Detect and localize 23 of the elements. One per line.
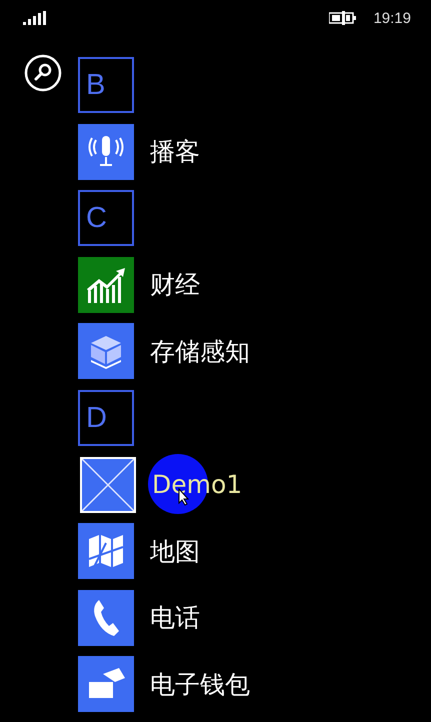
letter-tile[interactable]: B	[78, 57, 134, 113]
app-tile[interactable]	[78, 590, 134, 646]
app-tile[interactable]	[78, 256, 134, 313]
placeholder-icon	[82, 458, 134, 511]
clock-time: 19:19	[373, 10, 411, 26]
app-tile[interactable]	[80, 456, 136, 513]
battery-charging-icon	[329, 11, 358, 25]
app-name[interactable]: 播客	[150, 137, 200, 166]
signal-icon	[23, 11, 47, 25]
app-name[interactable]: 财经	[150, 270, 200, 300]
app-tile[interactable]	[78, 523, 134, 580]
app-tile[interactable]	[78, 323, 134, 380]
app-name[interactable]: 存储感知	[150, 336, 250, 366]
app-tile[interactable]	[78, 656, 134, 712]
search-icon[interactable]	[24, 54, 62, 92]
letter-tile[interactable]: D	[78, 390, 134, 446]
app-name[interactable]: 地图	[150, 536, 200, 566]
app-name[interactable]: 电子钱包	[150, 670, 250, 699]
phone-icon	[91, 598, 121, 638]
map-icon	[86, 533, 126, 570]
app-tile[interactable]	[78, 124, 134, 180]
app-name[interactable]: 电话	[150, 603, 200, 632]
letter-tile[interactable]: C	[78, 190, 134, 246]
